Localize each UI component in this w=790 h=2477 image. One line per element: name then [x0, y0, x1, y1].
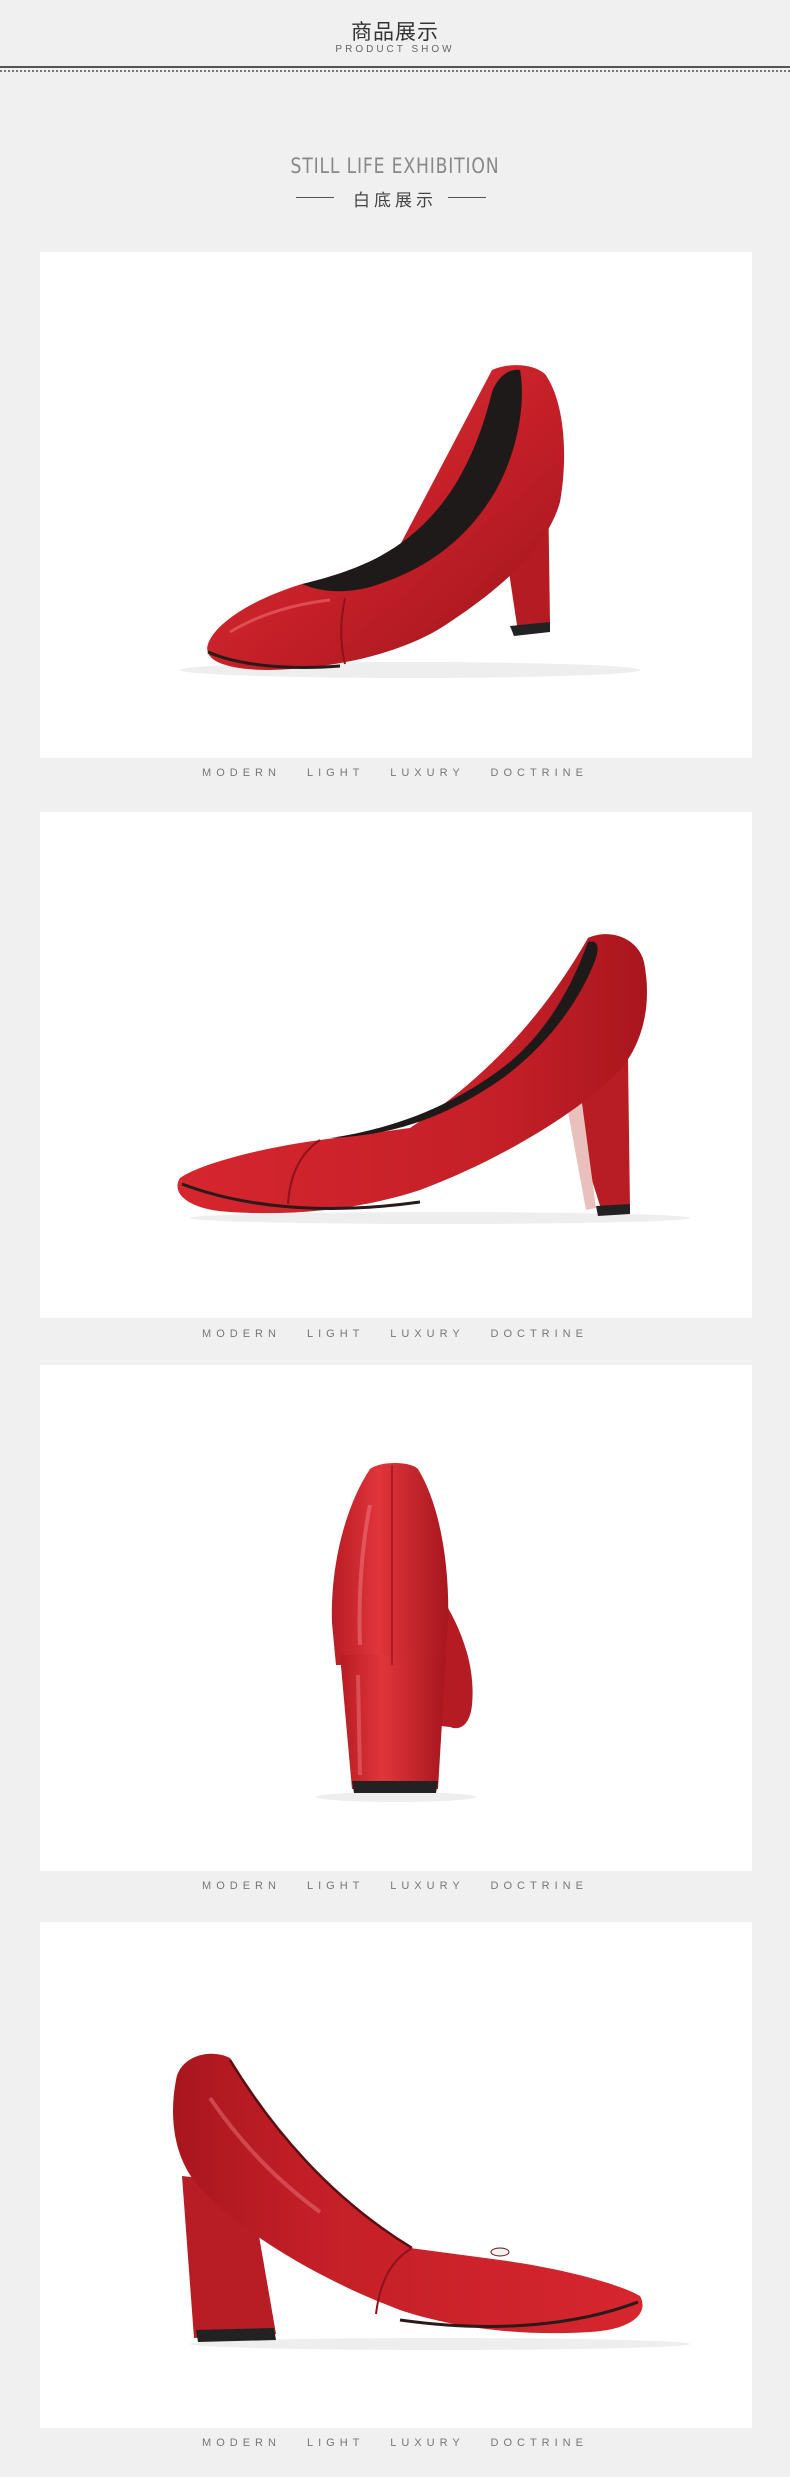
product-detail-page: 商品展示 PRODUCT SHOW STILL LIFE EXHIBITION …: [0, 0, 790, 2477]
shoe-image-back-view: [316, 1463, 476, 1802]
header-divider: [0, 66, 790, 68]
product-image-panel[interactable]: [40, 812, 752, 1318]
section-heading: STILL LIFE EXHIBITION 白底展示: [0, 150, 790, 220]
header-title: 商品展示: [351, 20, 439, 44]
shoe-image-side-profile: [177, 934, 690, 1224]
header-dotted-divider: [0, 70, 790, 72]
panel-caption: MODERN LIGHT LUXURY DOCTRINE: [202, 1880, 588, 1892]
panel-caption: MODERN LIGHT LUXURY DOCTRINE: [202, 1328, 588, 1340]
product-image-panel[interactable]: [40, 1922, 752, 2428]
section-subtitle: 白底展示: [353, 191, 437, 211]
header-subtitle: PRODUCT SHOW: [335, 44, 455, 55]
page-header: 商品展示 PRODUCT SHOW: [0, 0, 790, 76]
panel-caption: MODERN LIGHT LUXURY DOCTRINE: [202, 2437, 588, 2449]
panel-caption: MODERN LIGHT LUXURY DOCTRINE: [202, 767, 588, 779]
product-image-panel[interactable]: [40, 252, 752, 758]
shoe-image-front-three-quarter: [180, 365, 640, 678]
section-title: STILL LIFE EXHIBITION: [290, 154, 500, 178]
subtitle-right-line: [448, 197, 486, 198]
shoe-image-side-profile-mirrored: [173, 2053, 690, 2350]
section-subtitle-row: 白底展示: [0, 186, 790, 211]
product-image-panel[interactable]: [40, 1365, 752, 1871]
